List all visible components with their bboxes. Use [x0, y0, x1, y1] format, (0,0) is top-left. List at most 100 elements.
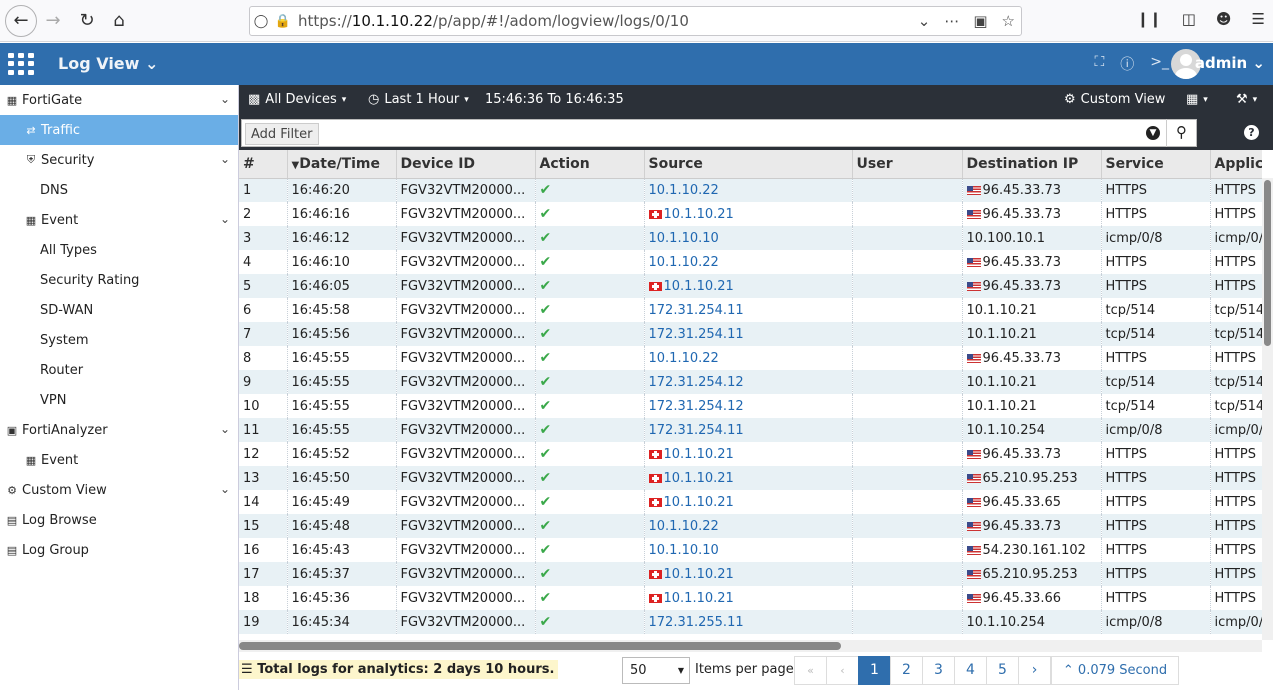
first-page-button[interactable]: « [794, 656, 827, 685]
column-header-destination-ip[interactable]: Destination IP [962, 150, 1102, 179]
table-row[interactable]: 10 16:45:55 FGV32VTM20000... ✔ 172.31.254.12… [239, 394, 1262, 418]
table-row[interactable]: 8 16:45:55 FGV32VTM20000... ✔ 10.1.10.22 96.4… [239, 346, 1262, 370]
help-icon[interactable]: ⓘ [1120, 54, 1134, 74]
column-settings-button[interactable]: ▦ ▾ [1186, 92, 1208, 107]
horizontal-scroll-thumb[interactable] [239, 642, 841, 650]
tools-button[interactable]: ⚒ ▾ [1236, 92, 1257, 107]
chevron-down-icon[interactable]: ⌄ [220, 482, 230, 496]
table-row[interactable]: 16 16:45:43 FGV32VTM20000... ✔ 10.1.10.10 54.… [239, 538, 1262, 562]
page-button-4[interactable]: 4 [954, 656, 987, 685]
table-row[interactable]: 5 16:46:05 FGV32VTM20000... ✔ 10.1.10.21 96.4… [239, 274, 1262, 298]
time-range-dropdown[interactable]: ◷ Last 1 Hour ▾ [368, 92, 469, 107]
cell-source[interactable]: 10.1.10.22 [644, 514, 853, 538]
sidebar-item-vpn[interactable]: VPN [0, 385, 238, 415]
more-icon[interactable]: ⋯ [944, 12, 959, 30]
search-icon[interactable]: ⚲ [1166, 119, 1196, 147]
table-row[interactable]: 15 16:45:48 FGV32VTM20000... ✔ 10.1.10.22 96.… [239, 514, 1262, 538]
sidebar-item-security[interactable]: ⛨ Security ⌄ [0, 145, 238, 175]
cell-source[interactable]: 10.1.10.21 [644, 466, 853, 490]
url-bar[interactable]: ◯ 🔒 https://10.1.10.22/p/app/#!/adom/log… [249, 6, 1022, 36]
table-row[interactable]: 18 16:45:36 FGV32VTM20000... ✔ 10.1.10.21 96.… [239, 586, 1262, 610]
cell-source[interactable]: 10.1.10.21 [644, 202, 853, 226]
horizontal-scrollbar[interactable] [239, 640, 1262, 652]
sidebar-item-fortianalyzer[interactable]: ▣ FortiAnalyzer ⌄ [0, 415, 238, 445]
table-row[interactable]: 12 16:45:52 FGV32VTM20000... ✔ 10.1.10.21 96.… [239, 442, 1262, 466]
table-row[interactable]: 1 16:46:20 FGV32VTM20000... ✔ 10.1.10.22 96.4… [239, 178, 1262, 202]
table-row[interactable]: 17 16:45:37 FGV32VTM20000... ✔ 10.1.10.21 65.… [239, 562, 1262, 586]
sidebar-item-event[interactable]: ▦ Event ⌄ [0, 205, 238, 235]
sidebar-item-router[interactable]: Router [0, 355, 238, 385]
reload-icon[interactable]: ↻ [73, 7, 101, 35]
prev-page-button[interactable]: ‹ [826, 656, 859, 685]
sidebar-item-fortigate[interactable]: ▦ FortiGate ⌄ [0, 85, 238, 115]
sidebar-item-traffic[interactable]: ⇄ Traffic [0, 115, 238, 145]
menu-icon[interactable]: ☰ [1252, 10, 1265, 28]
sidebar-item-log-browse[interactable]: ▤ Log Browse [0, 505, 238, 535]
custom-view-button[interactable]: ⚙ Custom View [1064, 92, 1165, 107]
cell-source[interactable]: 10.1.10.21 [644, 274, 853, 298]
sidebar-item-log-group[interactable]: ▤ Log Group [0, 535, 238, 565]
cell-source[interactable]: 10.1.10.21 [644, 562, 853, 586]
sidebar-item-all-types[interactable]: All Types [0, 235, 238, 265]
table-row[interactable]: 2 16:46:16 FGV32VTM20000... ✔ 10.1.10.21 96.4… [239, 202, 1262, 226]
add-filter-button[interactable]: Add Filter [245, 123, 319, 145]
help-icon[interactable]: ? [1244, 125, 1259, 140]
devices-dropdown[interactable]: ▩ All Devices ▾ [248, 92, 346, 107]
console-icon[interactable]: >_ [1150, 54, 1169, 74]
cell-source[interactable]: 10.1.10.22 [644, 346, 853, 370]
column-header-device-id[interactable]: Device ID [396, 150, 536, 179]
page-button-2[interactable]: 2 [890, 656, 923, 685]
cell-source[interactable]: 172.31.254.11 [644, 418, 853, 442]
cell-source[interactable]: 10.1.10.22 [644, 250, 853, 274]
column-header-user[interactable]: User [852, 150, 963, 179]
column-header-service[interactable]: Service [1101, 150, 1211, 179]
table-row[interactable]: 3 16:46:12 FGV32VTM20000... ✔ 10.1.10.10 10.1… [239, 226, 1262, 250]
page-button-5[interactable]: 5 [986, 656, 1019, 685]
cell-source[interactable]: 10.1.10.10 [644, 538, 853, 562]
table-row[interactable]: 13 16:45:50 FGV32VTM20000... ✔ 10.1.10.21 65.… [239, 466, 1262, 490]
page-button-3[interactable]: 3 [922, 656, 955, 685]
cell-source[interactable]: 10.1.10.10 [644, 226, 853, 250]
filter-input[interactable]: Add Filter ▼ ⚲ [241, 119, 1197, 147]
table-row[interactable]: 19 16:45:34 FGV32VTM20000... ✔ 172.31.255.11… [239, 610, 1262, 634]
user-menu[interactable]: admin ⌄ [1195, 54, 1265, 72]
items-per-page-select[interactable]: 50 ▼ [622, 657, 690, 684]
sidebar-toggle-icon[interactable]: ◫ [1182, 10, 1196, 28]
column-header-datetime[interactable]: ▼Date/Time [287, 150, 397, 179]
sidebar-item-sd-wan[interactable]: SD-WAN [0, 295, 238, 325]
app-title[interactable]: Log View ⌄ [58, 54, 158, 73]
cell-source[interactable]: 172.31.254.11 [644, 322, 853, 346]
table-row[interactable]: 4 16:46:10 FGV32VTM20000... ✔ 10.1.10.22 96.4… [239, 250, 1262, 274]
column-header-application[interactable]: Application [1210, 150, 1262, 179]
column-header-action[interactable]: Action [535, 150, 645, 179]
table-row[interactable]: 14 16:45:49 FGV32VTM20000... ✔ 10.1.10.21 96.… [239, 490, 1262, 514]
cell-source[interactable]: 172.31.254.12 [644, 394, 853, 418]
sidebar-item-dns[interactable]: DNS [0, 175, 238, 205]
sidebar-item-custom-view[interactable]: ⚙ Custom View ⌄ [0, 475, 238, 505]
table-row[interactable]: 6 16:45:58 FGV32VTM20000... ✔ 172.31.254.11 1… [239, 298, 1262, 322]
pocket-icon[interactable]: ▣ [973, 12, 987, 30]
chevron-down-icon[interactable]: ⌄ [220, 152, 230, 166]
vertical-scroll-thumb[interactable] [1264, 180, 1271, 346]
back-icon[interactable]: ← [5, 4, 37, 37]
app-grid-icon[interactable] [8, 53, 34, 75]
cell-source[interactable]: 10.1.10.21 [644, 442, 853, 466]
chevron-down-icon[interactable]: ⌄ [220, 212, 230, 226]
table-row[interactable]: 7 16:45:56 FGV32VTM20000... ✔ 172.31.254.11 1… [239, 322, 1262, 346]
dropdown-icon[interactable]: ⌄ [918, 12, 931, 30]
sidebar-item-security-rating[interactable]: Security Rating [0, 265, 238, 295]
funnel-icon[interactable]: ▼ [1146, 126, 1160, 140]
cell-source[interactable]: 10.1.10.21 [644, 490, 853, 514]
query-timing-button[interactable]: ⌃ 0.079 Second [1051, 656, 1179, 685]
sidebar-item-fortianalyzer-event[interactable]: ▦ Event [0, 445, 238, 475]
vertical-scrollbar[interactable] [1262, 178, 1273, 640]
library-icon[interactable]: ❙❙ [1137, 10, 1162, 28]
forward-icon[interactable]: → [39, 7, 67, 35]
table-row[interactable]: 9 16:45:55 FGV32VTM20000... ✔ 172.31.254.12 1… [239, 370, 1262, 394]
page-button-1[interactable]: 1 [858, 656, 891, 685]
column-header-source[interactable]: Source [644, 150, 853, 179]
fullscreen-icon[interactable]: ⛶ [1094, 54, 1104, 74]
cell-source[interactable]: 172.31.255.11 [644, 610, 853, 634]
column-header-number[interactable]: # [239, 150, 288, 179]
next-page-button[interactable]: › [1018, 656, 1051, 685]
